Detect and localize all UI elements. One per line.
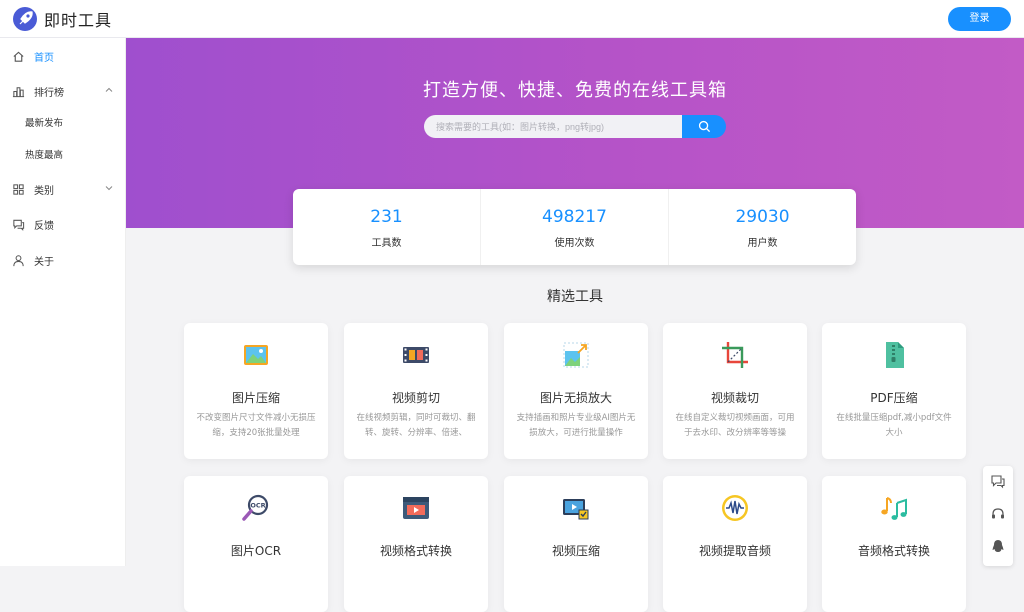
tool-card-image-enlarge[interactable]: 图片无损放大 支持插画和照片专业级AI图片无损放大，可进行批量操作 <box>504 323 648 459</box>
search-button[interactable] <box>682 115 726 138</box>
stat-value: 29030 <box>735 207 790 227</box>
tool-card-audio-convert[interactable]: 音频格式转换 <box>822 476 966 612</box>
film-cut-icon <box>403 347 429 363</box>
tool-card-video-cut[interactable]: 视频剪切 在线视频剪辑，同时可裁切、翻转、旋转、分辨率、倍速、 <box>344 323 488 459</box>
sidebar: 首页 排行榜 最新发布 热度最高 类别 反馈 关于 <box>0 38 126 566</box>
hero-title: 打造方便、快捷、免费的在线工具箱 <box>423 80 727 101</box>
tool-description: 在线自定义裁切视频画面，可用于去水印、改分辨率等等操 <box>675 413 795 438</box>
tool-title: 视频格式转换 <box>379 544 452 558</box>
tool-card-video-crop[interactable]: 视频裁切 在线自定义裁切视频画面，可用于去水印、改分辨率等等操 <box>663 323 807 459</box>
grid-icon <box>13 183 24 195</box>
stat-value: 231 <box>370 207 403 227</box>
tool-title: 视频压缩 <box>551 544 600 558</box>
user-icon <box>13 254 24 266</box>
tool-description: 在线视频剪辑，同时可裁切、翻转、旋转、分辨率、倍速、 <box>356 413 476 438</box>
tool-title: 音频格式转换 <box>857 544 930 558</box>
ocr-magnifier-icon: OCR <box>242 494 269 521</box>
sidebar-item-label: 反馈 <box>34 220 54 232</box>
music-note-icon <box>881 497 907 520</box>
stat-label: 用户数 <box>747 238 778 249</box>
section-title: 精选工具 <box>547 289 603 305</box>
sidebar-item-feedback[interactable]: 反馈 <box>0 208 126 240</box>
logo[interactable]: 即时工具 <box>12 6 112 32</box>
stat-label: 使用次数 <box>554 238 595 249</box>
image-enlarge-icon <box>563 342 589 368</box>
sidebar-item-label: 类别 <box>34 185 54 197</box>
sidebar-subitem-hottest[interactable]: 热度最高 <box>0 141 126 171</box>
headset-icon <box>992 508 1004 519</box>
sidebar-item-label: 关于 <box>34 256 54 268</box>
tool-title: 图片无损放大 <box>539 391 612 405</box>
tool-card-video-compress[interactable]: 视频压缩 <box>504 476 648 612</box>
support-button[interactable] <box>988 504 1008 524</box>
stat-label: 工具数 <box>371 238 402 249</box>
tool-card-video-extract-audio[interactable]: 视频提取音频 <box>663 476 807 612</box>
qq-button[interactable] <box>988 536 1008 556</box>
sidebar-item-label: 排行榜 <box>34 87 64 99</box>
video-convert-icon <box>403 497 429 519</box>
sidebar-item-about[interactable]: 关于 <box>0 244 126 276</box>
video-compress-icon <box>563 499 589 520</box>
tool-title: 视频裁切 <box>710 391 759 405</box>
stat-users: 29030 用户数 <box>669 189 856 265</box>
tool-card-video-convert[interactable]: 视频格式转换 <box>344 476 488 612</box>
svg-text:OCR: OCR <box>250 502 265 510</box>
zip-file-icon <box>886 342 904 368</box>
login-button[interactable]: 登录 <box>948 7 1011 31</box>
app-name: 即时工具 <box>44 11 113 30</box>
tool-title: 视频提取音频 <box>698 544 771 558</box>
tool-title: 图片压缩 <box>231 391 280 405</box>
tool-description: 支持插画和照片专业级AI图片无损放大，可进行批量操作 <box>516 413 636 438</box>
tool-description: 不改变图片尺寸文件减小无损压缩，支持20张批量处理 <box>196 413 316 438</box>
tool-description: 在线批量压缩pdf,减小pdf文件大小 <box>836 413 952 438</box>
sidebar-subitem-latest[interactable]: 最新发布 <box>0 109 126 139</box>
rocket-logo-icon <box>13 7 37 31</box>
tool-card-pdf-compress[interactable]: PDF压缩 在线批量压缩pdf,减小pdf文件大小 <box>822 323 966 459</box>
stat-value: 498217 <box>542 207 607 227</box>
search-icon <box>698 120 710 133</box>
search-bar <box>424 115 726 138</box>
tool-title: 图片OCR <box>230 544 282 558</box>
sidebar-item-ranking[interactable]: 排行榜 <box>0 75 126 107</box>
sidebar-item-category[interactable]: 类别 <box>0 173 126 205</box>
chat-button[interactable] <box>988 471 1008 491</box>
floating-toolbar <box>983 466 1013 566</box>
tool-card-image-ocr[interactable]: OCR 图片OCR <box>184 476 328 612</box>
stat-tools: 231 工具数 <box>293 189 481 265</box>
audio-wave-icon <box>722 495 748 521</box>
stat-usage: 498217 使用次数 <box>481 189 669 265</box>
chevron-down-icon[interactable] <box>104 183 114 193</box>
feedback-icon <box>13 219 25 231</box>
tool-card-image-compress[interactable]: 图片压缩 不改变图片尺寸文件减小无损压缩，支持20张批量处理 <box>184 323 328 459</box>
home-icon <box>13 51 24 62</box>
qq-penguin-icon <box>992 540 1004 552</box>
image-compress-icon <box>244 345 268 365</box>
stats-panel: 231 工具数 498217 使用次数 29030 用户数 <box>293 189 856 265</box>
sidebar-item-home[interactable]: 首页 <box>0 40 126 72</box>
bar-chart-icon <box>12 86 25 97</box>
chat-icon <box>991 475 1005 489</box>
top-bar: 即时工具 登录 <box>0 0 1024 38</box>
chevron-up-icon[interactable] <box>104 85 114 95</box>
tool-title: PDF压缩 <box>870 391 918 405</box>
tool-title: 视频剪切 <box>391 391 440 405</box>
sidebar-item-label: 首页 <box>34 52 54 64</box>
search-input[interactable] <box>424 115 682 138</box>
crop-icon <box>722 342 748 368</box>
